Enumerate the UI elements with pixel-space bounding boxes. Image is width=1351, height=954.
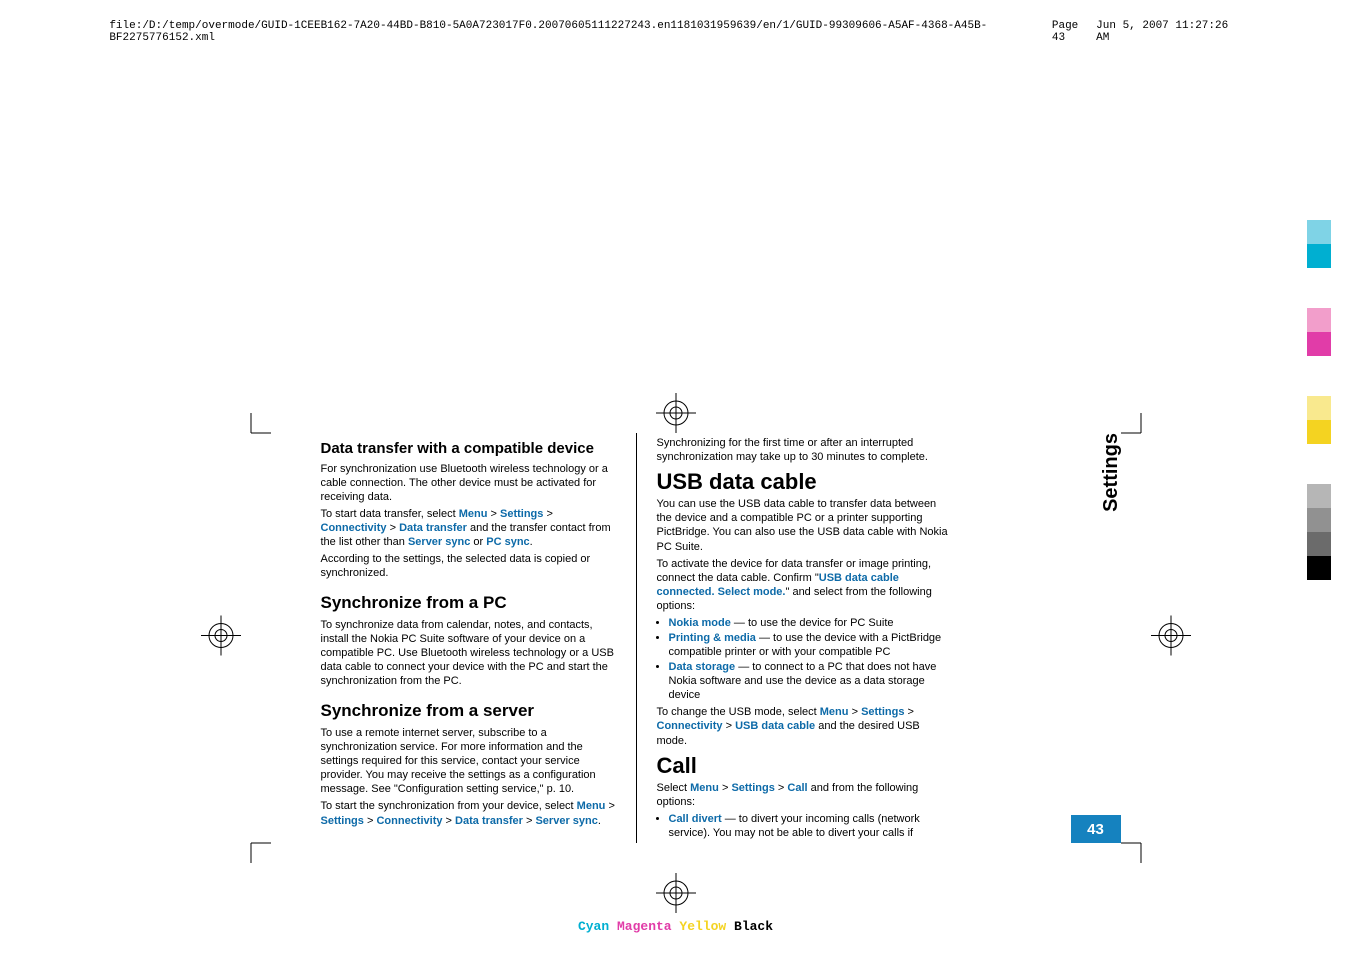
link-call-divert[interactable]: Call divert [669,813,722,825]
page-number: 43 [1071,815,1121,843]
list-item: Nokia mode — to use the device for PC Su… [669,616,952,630]
para: For synchronization use Bluetooth wirele… [321,462,616,504]
right-column: Synchronizing for the first time or afte… [657,433,952,843]
link-data-storage[interactable]: Data storage [669,661,736,673]
list-item: Printing & media — to use the device wit… [669,631,952,659]
link-connectivity[interactable]: Connectivity [321,522,387,534]
registration-mark-top [656,393,696,433]
para: To activate the device for data transfer… [657,557,952,613]
link-printing-media[interactable]: Printing & media [669,632,756,644]
page-wrap: Data transfer with a compatible device F… [311,393,1041,934]
heading-data-transfer: Data transfer with a compatible device [321,441,616,458]
crop-mark-br [1121,823,1161,863]
para: According to the settings, the selected … [321,552,616,580]
para: Select Menu > Settings > Call and from t… [657,781,952,809]
footer-cmyk: Cyan Magenta Yellow Black [578,919,773,934]
para: To change the USB mode, select Menu > Se… [657,705,952,747]
crop-mark-bl [231,823,271,863]
link-connectivity[interactable]: Connectivity [657,720,723,732]
para: To start the synchronization from your d… [321,799,616,827]
label-yellow: Yellow [679,919,726,934]
header-line: file:/D:/temp/overmode/GUID-1CEEB162-7A2… [101,20,1249,44]
link-menu[interactable]: Menu [577,800,606,812]
link-data-transfer[interactable]: Data transfer [399,522,467,534]
link-nokia-mode[interactable]: Nokia mode [669,617,731,629]
link-pc-sync[interactable]: PC sync [486,536,529,548]
crop-mark-tr [1121,413,1161,453]
link-menu[interactable]: Menu [820,706,849,718]
list-item: Call divert — to divert your incoming ca… [669,812,952,840]
side-tab-settings: Settings [1100,433,1123,512]
label-cyan: Cyan [578,919,609,934]
header-page: Page 43 [1052,20,1096,44]
heading-usb: USB data cable [657,470,952,493]
link-settings[interactable]: Settings [861,706,904,718]
header-date: Jun 5, 2007 11:27:26 AM [1096,20,1242,44]
crop-mark-tl [231,413,271,453]
para: Synchronizing for the first time or afte… [657,436,952,464]
heading-call: Call [657,754,952,777]
list-item: Data storage — to connect to a PC that d… [669,660,952,702]
registration-mark-right [1151,616,1191,661]
column-divider [636,433,637,843]
option-list: Nokia mode — to use the device for PC Su… [669,616,952,702]
link-menu[interactable]: Menu [690,782,719,794]
link-settings[interactable]: Settings [731,782,774,794]
left-column: Data transfer with a compatible device F… [321,433,616,843]
link-usb-cable[interactable]: USB data cable [735,720,815,732]
para: You can use the USB data cable to transf… [657,497,952,553]
registration-mark-bottom [656,873,696,913]
para: To synchronize data from calendar, notes… [321,618,616,688]
link-server-sync[interactable]: Server sync [535,815,597,827]
registration-mark-left [201,616,241,661]
link-server-sync[interactable]: Server sync [408,536,470,548]
link-data-transfer[interactable]: Data transfer [455,815,523,827]
label-magenta: Magenta [617,919,672,934]
link-call[interactable]: Call [787,782,807,794]
heading-sync-server: Synchronize from a server [321,700,616,722]
option-list: Call divert — to divert your incoming ca… [669,812,952,840]
heading-sync-pc: Synchronize from a PC [321,592,616,614]
para: To start data transfer, select Menu > Se… [321,507,616,549]
header-path: file:/D:/temp/overmode/GUID-1CEEB162-7A2… [109,20,1052,44]
color-bars [1307,220,1331,580]
link-menu[interactable]: Menu [459,508,488,520]
manual-area: Data transfer with a compatible device F… [321,433,1031,843]
label-black: Black [734,919,773,934]
link-settings[interactable]: Settings [321,815,364,827]
link-settings[interactable]: Settings [500,508,543,520]
para: To use a remote internet server, subscri… [321,726,616,796]
link-connectivity[interactable]: Connectivity [376,815,442,827]
